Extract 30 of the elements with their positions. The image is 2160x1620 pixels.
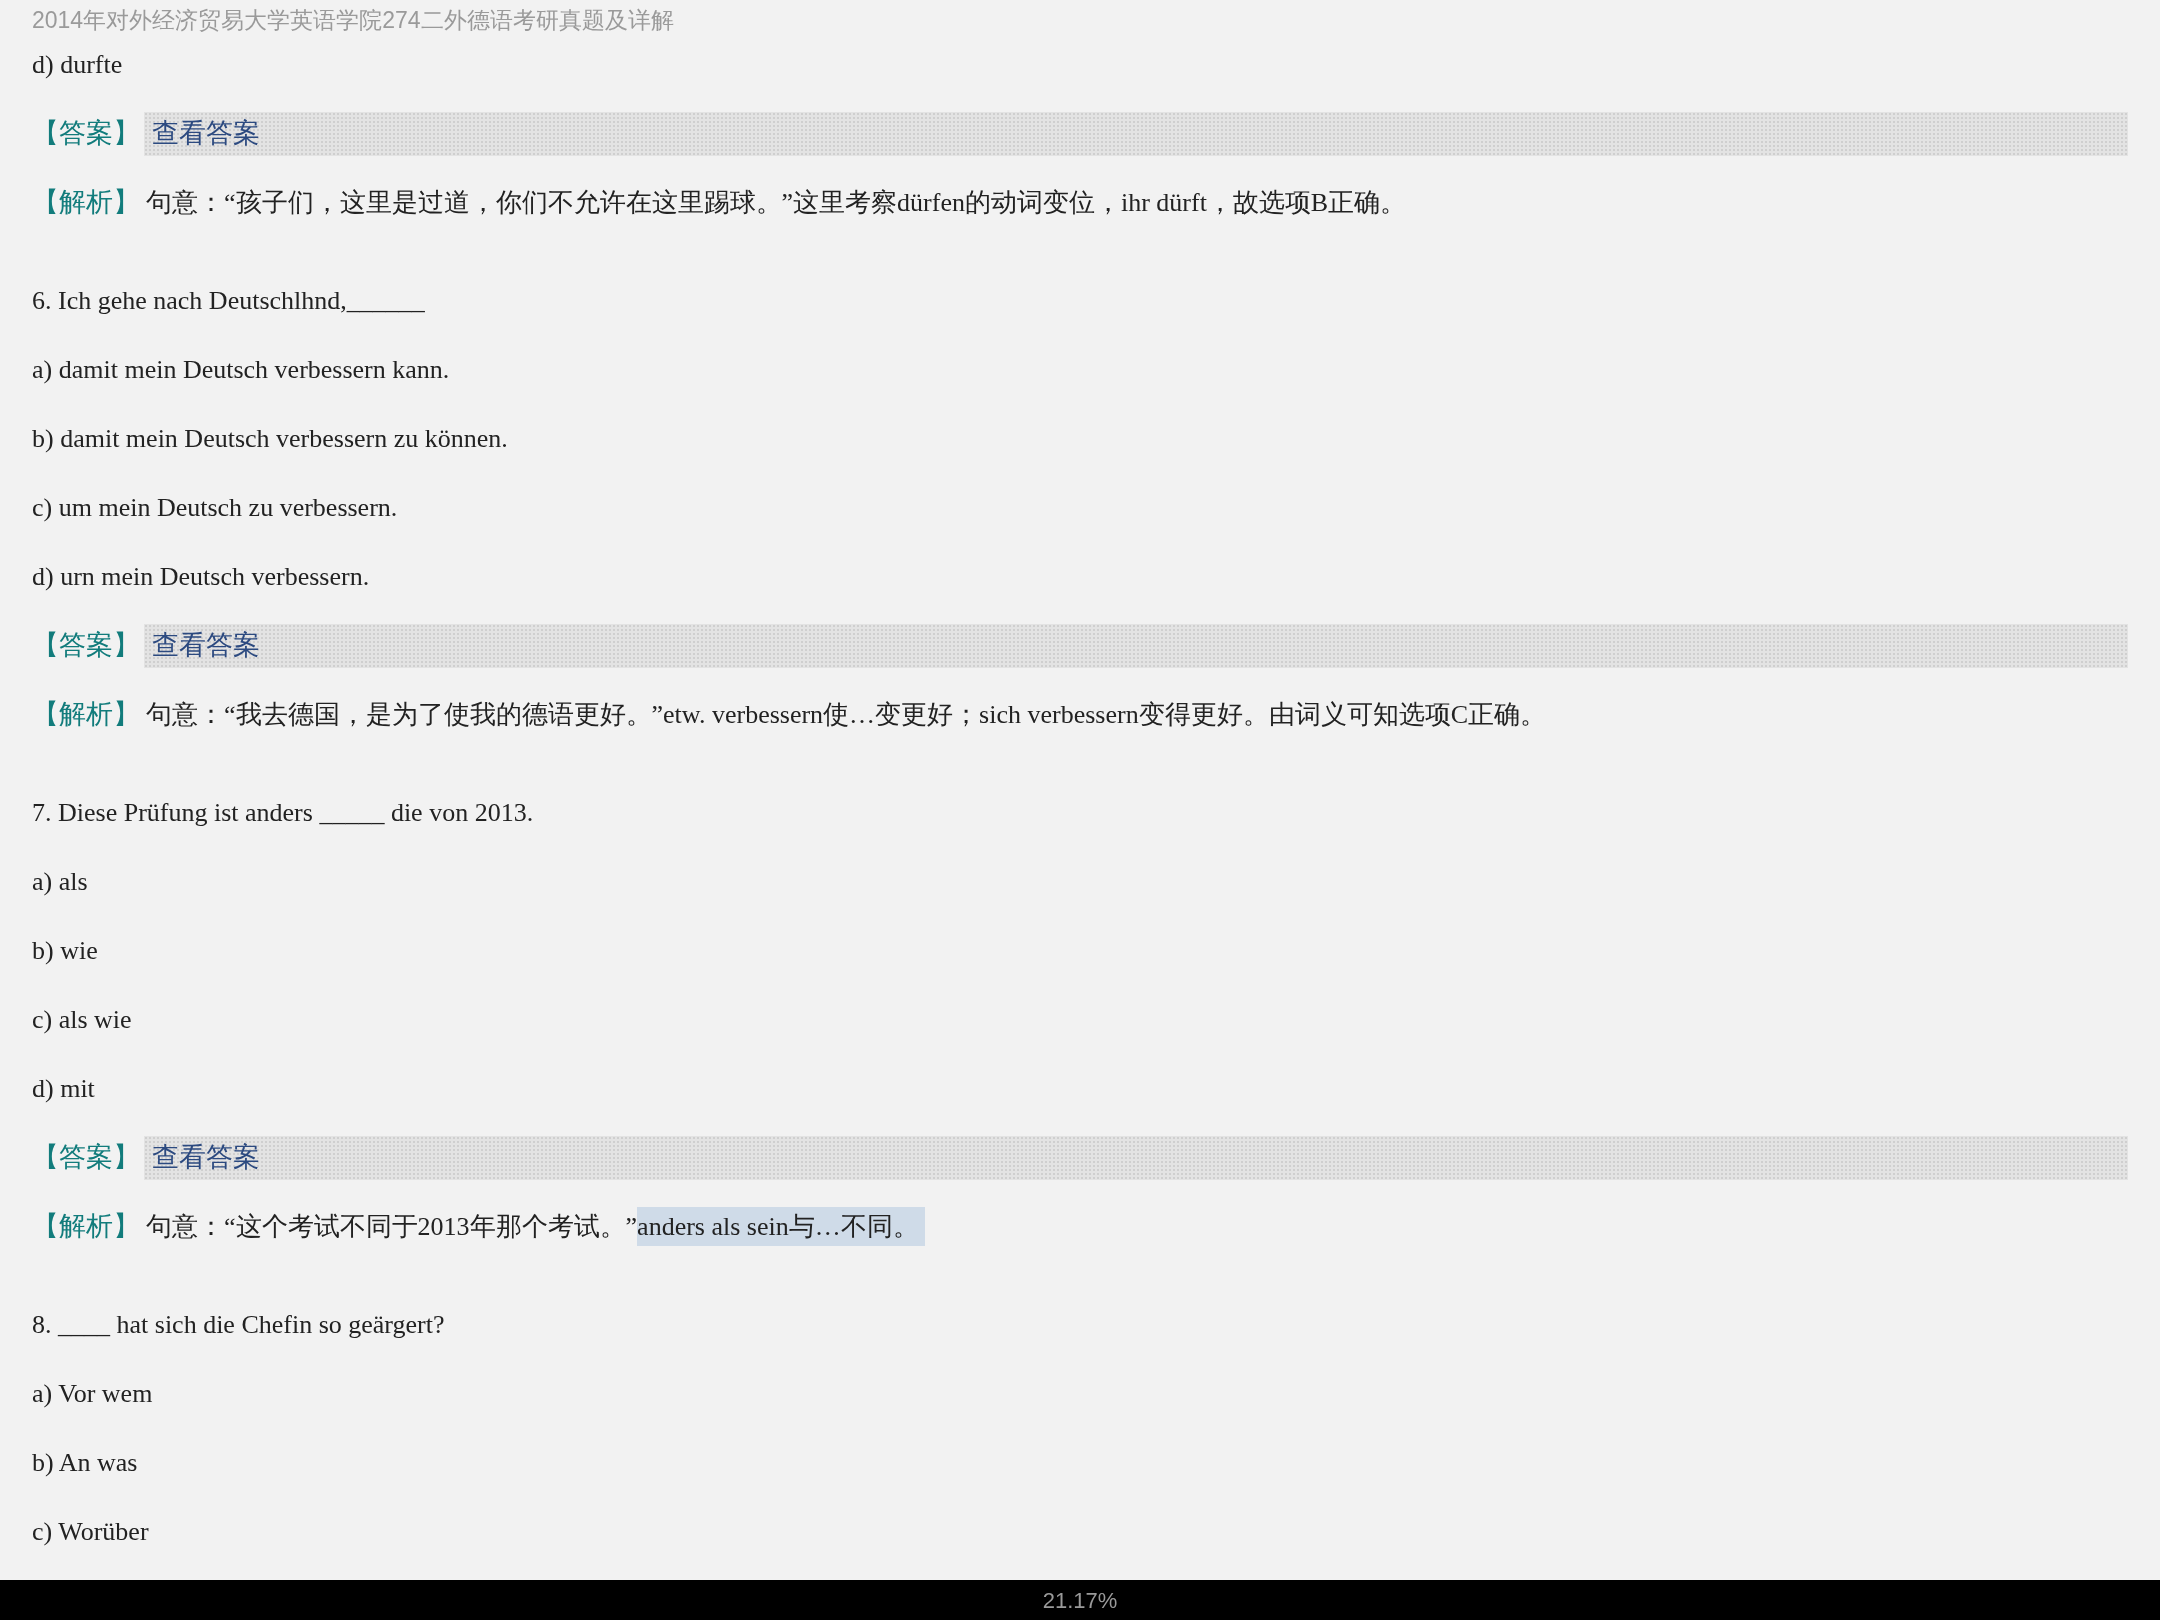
question-text: 6. Ich gehe nach Deutschlhnd,______ [32,285,425,317]
question-text: a) damit mein Deutsch verbessern kann. [32,354,450,386]
selected-text: anders als sein与…不同。 [637,1207,925,1246]
question-text: c) als wie [32,1004,132,1036]
document-title: 2014年对外经济贸易大学英语学院274二外德语考研真题及详解 [32,5,674,35]
question-text: 8. ____ hat sich die Chefin so geärgert? [32,1309,445,1341]
analysis-label: 【解析】 [32,1210,140,1244]
analysis-label: 【解析】 [32,186,140,220]
question-text: a) als [32,866,88,898]
answer-label: 【答案】 [32,1141,140,1175]
analysis-text: 句意：“这个考试不同于2013年那个考试。” [146,1211,638,1243]
question-text: d) durfte [32,49,123,81]
progress-percentage: 21.17% [1042,1586,1118,1615]
question-text: d) urn mein Deutsch verbessern. [32,561,370,593]
show-answer-button[interactable]: 查看答案 [144,111,2128,156]
question-text: b) wie [32,935,98,967]
question-text: c) Worüber [32,1516,149,1548]
analysis-text: 句意：“孩子们，这里是过道，你们不允许在这里踢球。”这里考察dürfen的动词变位，ihr dürft，故选项B正确。 [146,187,1407,219]
question-text: c) um mein Deutsch zu verbessern. [32,492,398,524]
show-answer-button[interactable]: 查看答案 [144,623,2128,668]
question-text: 7. Diese Prüfung ist anders _____ die von 2013. [32,797,534,829]
question-text: a) Vor wem [32,1378,153,1410]
analysis-text: 句意：“我去德国，是为了使我的德语更好。”etw. verbessern使…变更好；sich verbessern变得更好。由词义可知选项C正确。 [146,699,1546,731]
question-text: b) An was [32,1447,138,1479]
analysis-label: 【解析】 [32,698,140,732]
answer-label: 【答案】 [32,629,140,663]
question-text: d) mit [32,1073,95,1105]
question-text: b) damit mein Deutsch verbessern zu können. [32,423,508,455]
answer-label: 【答案】 [32,117,140,151]
show-answer-button[interactable]: 查看答案 [144,1135,2128,1180]
